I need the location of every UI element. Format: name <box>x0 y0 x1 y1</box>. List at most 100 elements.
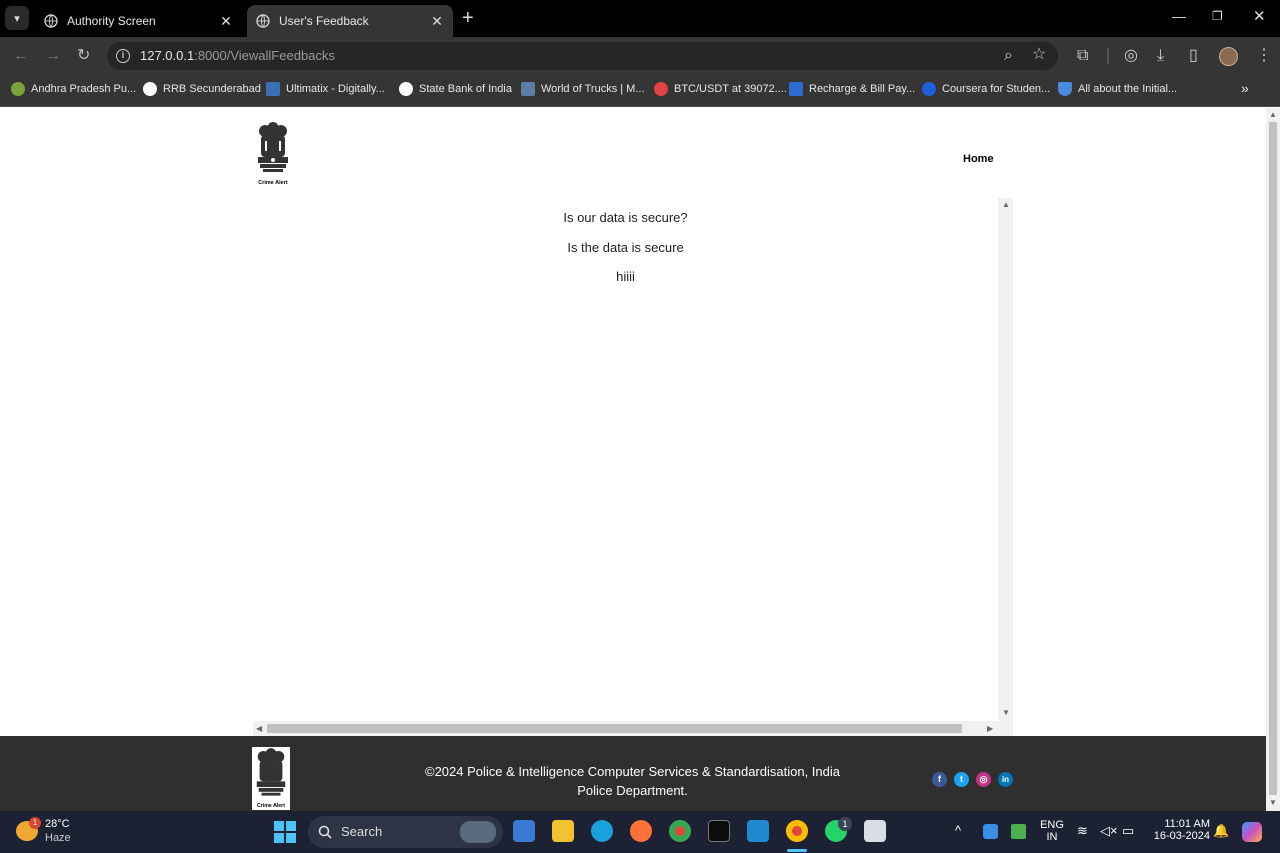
wifi-icon[interactable]: ≋ <box>1077 823 1088 839</box>
bookmark-item[interactable]: Ultimatix - Digitally... <box>266 82 385 96</box>
download-icon[interactable]: ⤓ <box>1157 47 1164 65</box>
edge-icon[interactable] <box>591 820 613 842</box>
restore-icon[interactable]: ❐ <box>1212 9 1223 23</box>
linkedin-icon[interactable]: in <box>998 772 1013 787</box>
site-info-icon[interactable]: i <box>116 49 130 63</box>
scroll-up-arrow-icon[interactable]: ▲ <box>1002 200 1010 209</box>
copilot-icon[interactable] <box>1242 822 1262 842</box>
bookmark-favicon-icon <box>789 82 803 96</box>
search-label: Search <box>341 824 383 839</box>
nav-home-link[interactable]: Home <box>963 153 994 165</box>
svg-text:Crime Alert: Crime Alert <box>257 803 285 809</box>
bookmark-favicon-icon <box>266 82 280 96</box>
bookmark-item[interactable]: Coursera for Studen... <box>922 82 1050 96</box>
close-window-icon[interactable]: ✕ <box>1253 7 1266 25</box>
clock[interactable]: 11:01 AM 16-03-2024 <box>1146 818 1210 842</box>
chrome-active-icon[interactable] <box>786 820 808 842</box>
tab-authority-screen[interactable]: Authority Screen ✕ <box>35 5 242 37</box>
whatsapp-badge: 1 <box>838 817 852 831</box>
globe-icon <box>256 14 270 28</box>
bookmark-item[interactable]: World of Trucks | M... <box>521 82 645 96</box>
extension-icon[interactable]: ◎ <box>1124 47 1138 65</box>
bookmark-favicon-icon <box>143 82 157 96</box>
bookmark-item[interactable]: State Bank of India <box>399 82 512 96</box>
feedback-item: hiiii <box>616 269 635 284</box>
frame-vertical-scrollbar[interactable]: ▲ ▼ <box>998 198 1013 721</box>
scrollbar-thumb[interactable] <box>267 724 962 733</box>
search-highlight-image <box>460 821 496 843</box>
chrome-icon[interactable] <box>669 820 691 842</box>
side-panel-icon[interactable]: ▯ <box>1189 47 1198 65</box>
facebook-icon[interactable]: f <box>932 772 947 787</box>
bookmark-favicon-icon <box>654 82 668 96</box>
site-footer: Crime Alert ©2024 Police & Intelligence … <box>0 736 1266 811</box>
windows-start-icon[interactable] <box>274 821 296 843</box>
notification-bell-icon[interactable]: 🔔 <box>1213 823 1229 839</box>
tab-search-button[interactable]: ▾ <box>5 6 29 30</box>
forward-icon[interactable]: → <box>45 47 61 65</box>
address-bar[interactable]: i 127.0.0.1:8000/ViewallFeedbacks ⌕ ☆ <box>107 42 1058 70</box>
volume-muted-icon[interactable]: ◁× <box>1100 823 1118 839</box>
tab-title: User's Feedback <box>279 14 369 28</box>
reload-icon[interactable]: ↻ <box>77 47 90 65</box>
minimize-icon[interactable]: — <box>1172 8 1186 24</box>
page-vertical-scrollbar[interactable]: ▲ ▼ <box>1266 108 1280 811</box>
bookmark-star-icon[interactable]: ☆ <box>1032 46 1046 64</box>
more-bookmarks-icon[interactable]: » <box>1241 80 1249 96</box>
bookmark-item[interactable]: RRB Secunderabad <box>143 82 261 96</box>
microsoft-store-icon[interactable] <box>513 820 535 842</box>
show-hidden-icons-chevron-icon[interactable]: ^ <box>955 823 961 838</box>
tab-title: Authority Screen <box>67 14 156 28</box>
battery-icon[interactable]: ▭ <box>1122 823 1134 839</box>
footer-emblem-logo: Crime Alert <box>256 748 286 809</box>
vscode-icon[interactable] <box>747 820 769 842</box>
svg-text:Crime Alert: Crime Alert <box>258 180 288 186</box>
scroll-down-arrow-icon[interactable]: ▼ <box>1002 708 1010 717</box>
bookmark-item[interactable]: BTC/USDT at 39072.... <box>654 82 787 96</box>
globe-icon <box>44 14 58 28</box>
scrollbar-thumb[interactable] <box>1269 122 1277 795</box>
instagram-icon[interactable]: ◎ <box>976 772 991 787</box>
weather-description[interactable]: Haze <box>45 832 71 844</box>
menu-kebab-icon[interactable]: ⋮ <box>1256 47 1272 65</box>
security-tray-icon[interactable] <box>983 824 998 839</box>
scroll-down-arrow-icon[interactable]: ▼ <box>1269 798 1277 807</box>
taskbar-search-box[interactable]: Search <box>308 816 503 848</box>
back-icon[interactable]: ← <box>13 47 29 65</box>
bookmark-favicon-icon <box>922 82 936 96</box>
bookmark-item[interactable]: All about the Initial... <box>1058 82 1177 96</box>
close-tab-icon[interactable]: ✕ <box>216 13 236 30</box>
bookmark-item[interactable]: Andhra Pradesh Pu... <box>11 82 136 96</box>
scroll-up-arrow-icon[interactable]: ▲ <box>1269 110 1277 119</box>
snipping-tool-icon[interactable] <box>864 820 886 842</box>
bookmark-favicon-icon <box>1058 82 1072 96</box>
active-app-indicator <box>787 849 807 852</box>
bookmarks-bar: Andhra Pradesh Pu... RRB Secunderabad Ul… <box>0 75 1280 107</box>
bookmark-favicon-icon <box>521 82 535 96</box>
feedback-item: Is the data is secure <box>567 240 684 255</box>
windows-taskbar: 1 28°C Haze Search 1 ^ ENG IN ≋ ◁× ▭ 11:0… <box>0 811 1280 853</box>
terminal-icon[interactable] <box>708 820 730 842</box>
profile-avatar[interactable] <box>1219 47 1238 66</box>
zoom-icon[interactable]: ⌕ <box>1004 47 1013 65</box>
new-tab-icon[interactable]: + <box>462 7 474 29</box>
scroll-left-arrow-icon[interactable]: ◀ <box>256 724 262 733</box>
tab-users-feedback[interactable]: User's Feedback ✕ <box>247 5 453 37</box>
feedback-frame[interactable]: Is our data is secure? Is the data is se… <box>253 198 1013 736</box>
twitter-icon[interactable]: t <box>954 772 969 787</box>
weather-badge: 1 <box>29 817 41 829</box>
extensions-icon[interactable]: ⧉ <box>1077 47 1088 65</box>
national-emblem-logo: Crime Alert <box>258 122 288 186</box>
bookmark-item[interactable]: Recharge & Bill Pay... <box>789 82 915 96</box>
weather-temperature[interactable]: 28°C <box>45 818 70 830</box>
close-tab-icon[interactable]: ✕ <box>427 13 447 30</box>
bookmark-favicon-icon <box>399 82 413 96</box>
browser-toolbar: ← → ↻ i 127.0.0.1:8000/ViewallFeedbacks … <box>0 37 1280 75</box>
scroll-right-arrow-icon[interactable]: ▶ <box>987 724 993 733</box>
file-explorer-icon[interactable] <box>552 820 574 842</box>
firefox-icon[interactable] <box>630 820 652 842</box>
tray-app-icon[interactable] <box>1011 824 1026 839</box>
url-text[interactable]: 127.0.0.1:8000/ViewallFeedbacks <box>140 48 335 63</box>
language-indicator[interactable]: ENG IN <box>1039 819 1065 843</box>
frame-horizontal-scrollbar[interactable]: ◀ ▶ <box>253 721 1013 736</box>
